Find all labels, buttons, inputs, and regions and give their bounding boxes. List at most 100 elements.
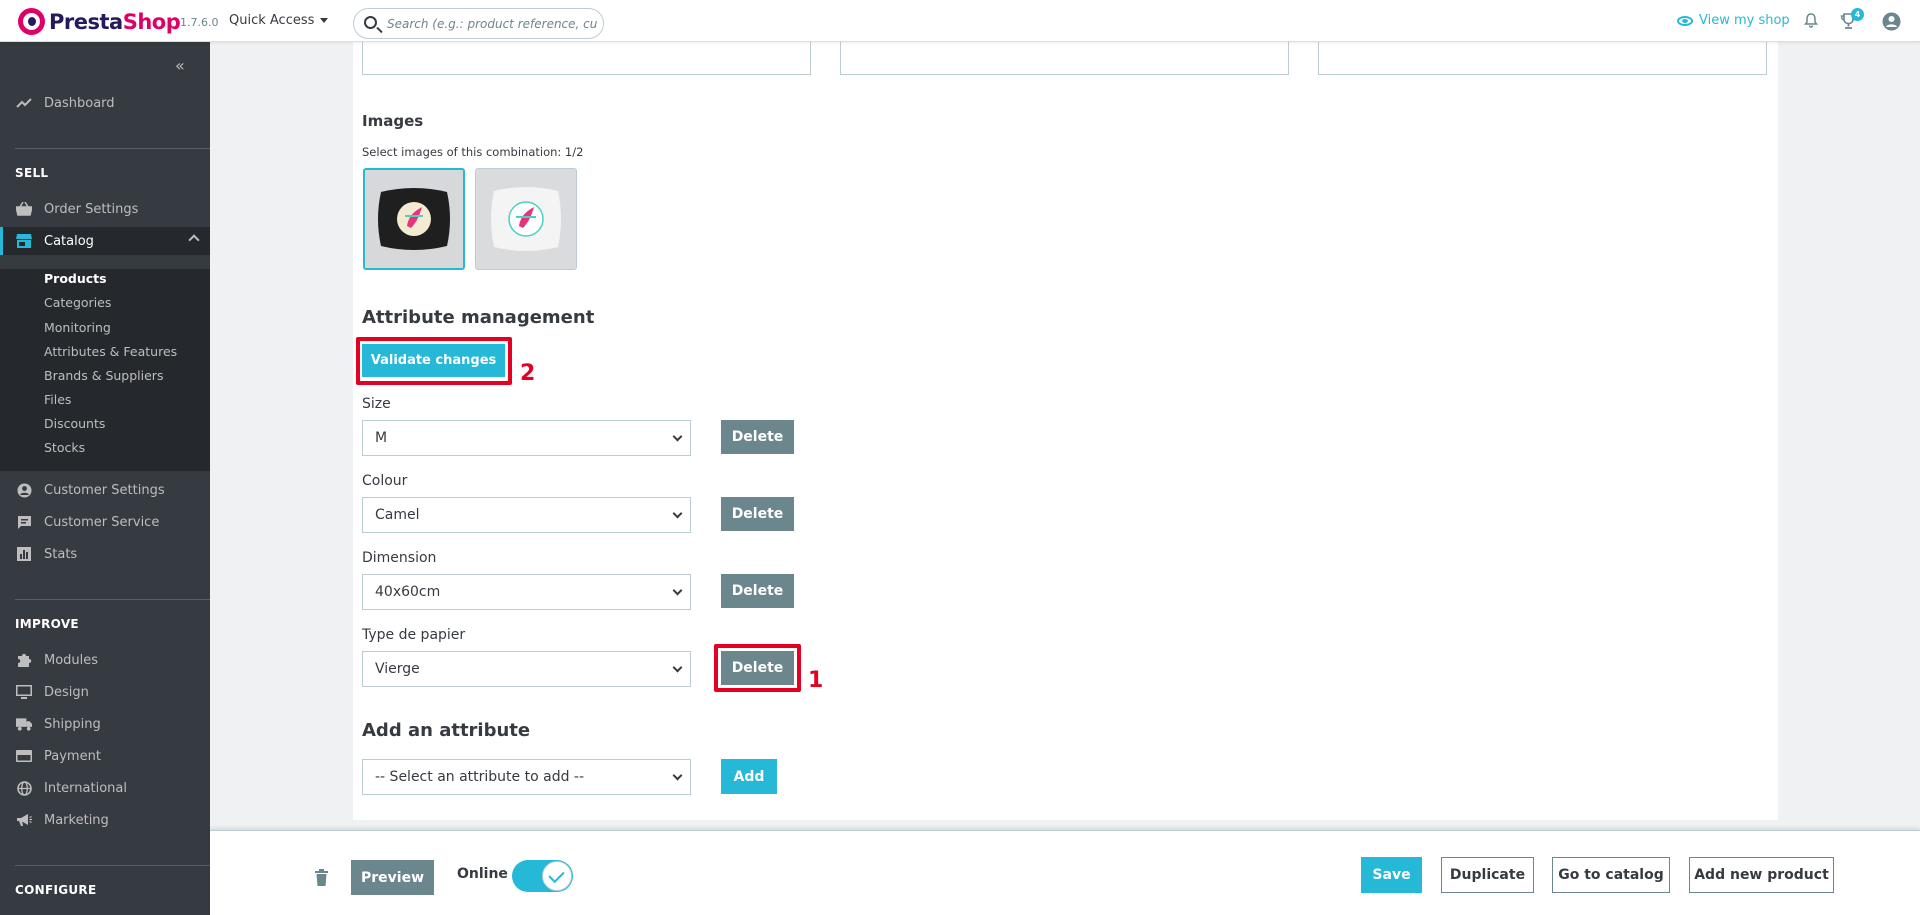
size-select-value: M	[375, 430, 388, 446]
sidebar-subitem-discounts[interactable]: Discounts	[44, 416, 105, 431]
add-attribute-select[interactable]: -- Select an attribute to add --	[362, 759, 691, 795]
quick-access-dropdown[interactable]: Quick Access	[229, 13, 329, 28]
account-circle-icon	[16, 482, 32, 498]
bell-icon[interactable]	[1804, 13, 1818, 28]
search-box	[353, 8, 604, 39]
annotation-highlight-delete	[714, 644, 801, 692]
chevron-down-icon	[672, 508, 683, 519]
sidebar-item-marketing[interactable]: Marketing	[0, 806, 210, 834]
caret-down-icon	[320, 18, 329, 23]
sidebar-subitem-categories[interactable]: Categories	[44, 295, 111, 310]
prestashop-logo-icon	[18, 8, 45, 35]
attribute-label-dimension: Dimension	[362, 550, 437, 566]
trash-icon[interactable]	[315, 869, 328, 886]
sidebar-item-dashboard[interactable]: Dashboard	[0, 89, 210, 117]
monitor-icon	[16, 684, 32, 700]
sidebar-item-label: Design	[44, 684, 89, 700]
sidebar-item-payment[interactable]: Payment	[0, 742, 210, 770]
sidebar-subitem-files[interactable]: Files	[44, 392, 71, 407]
combination-field-box[interactable]	[840, 42, 1289, 75]
sidebar-divider	[15, 148, 210, 149]
search-icon[interactable]	[364, 16, 377, 29]
paper-type-select[interactable]: Vierge	[362, 651, 691, 687]
delete-size-button[interactable]: Delete	[721, 420, 794, 454]
sidebar-subitem-brands[interactable]: Brands & Suppliers	[44, 368, 163, 383]
attribute-label-size: Size	[362, 396, 391, 412]
globe-icon	[16, 780, 32, 796]
combination-image-black-cushion[interactable]	[363, 168, 465, 270]
sidebar-item-stats[interactable]: Stats	[0, 540, 210, 568]
chevron-up-icon	[188, 234, 200, 246]
attribute-label-colour: Colour	[362, 473, 408, 489]
size-select[interactable]: M	[362, 420, 691, 456]
sidebar-item-label: Customer Settings	[44, 482, 165, 498]
sidebar-item-label: Customer Service	[44, 514, 160, 530]
sidebar-item-label: Dashboard	[44, 95, 115, 111]
eye-icon	[1677, 15, 1693, 26]
black-cushion-image	[365, 170, 463, 268]
sidebar-section-configure: CONFIGURE	[15, 883, 97, 897]
version-label: 1.7.6.0	[180, 16, 219, 29]
view-my-shop-link[interactable]: View my shop	[1677, 13, 1790, 28]
add-attribute-heading: Add an attribute	[362, 720, 531, 741]
sidebar-item-modules[interactable]: Modules	[0, 646, 210, 674]
collapse-sidebar-icon[interactable]: ‹‹	[175, 56, 185, 75]
sidebar-item-international[interactable]: International	[0, 774, 210, 802]
prestashop-logo[interactable]: PrestaShop	[18, 8, 181, 35]
save-button[interactable]: Save	[1361, 857, 1422, 893]
annotation-highlight-validate	[356, 337, 512, 385]
sidebar-item-orders[interactable]: Order Settings	[0, 195, 210, 223]
chevron-down-icon	[672, 662, 683, 673]
delete-colour-button[interactable]: Delete	[721, 497, 794, 531]
sidebar-item-label: International	[44, 780, 127, 796]
store-icon	[16, 233, 32, 249]
white-cushion-image	[476, 169, 576, 269]
sidebar-subitem-products[interactable]: Products	[44, 271, 107, 286]
combination-field-box[interactable]	[362, 42, 811, 75]
colour-select-value: Camel	[375, 507, 420, 523]
add-new-product-button[interactable]: Add new product	[1689, 857, 1834, 893]
sidebar: ‹‹ Dashboard SELL Order Settings Catalog…	[0, 42, 210, 915]
images-help-text: Select images of this combination: 1/2	[362, 145, 584, 159]
duplicate-button[interactable]: Duplicate	[1441, 857, 1534, 893]
sidebar-item-label: Modules	[44, 652, 99, 668]
sidebar-subitem-stocks[interactable]: Stocks	[44, 440, 85, 455]
combination-image-white-cushion[interactable]	[475, 168, 577, 270]
combination-field-box[interactable]	[1318, 42, 1767, 75]
top-header: PrestaShop 1.7.6.0 Quick Access View my …	[0, 0, 1920, 42]
sidebar-item-shipping[interactable]: Shipping	[0, 710, 210, 738]
sidebar-divider	[15, 865, 210, 866]
sidebar-subitem-monitoring[interactable]: Monitoring	[44, 320, 111, 335]
preview-button[interactable]: Preview	[351, 860, 434, 895]
online-toggle[interactable]	[512, 860, 573, 892]
check-icon	[542, 861, 572, 891]
search-input[interactable]	[387, 9, 597, 38]
shopping-basket-icon	[16, 201, 32, 217]
sidebar-item-label: Catalog	[44, 233, 94, 249]
annotation-number-2: 2	[520, 361, 536, 386]
sidebar-item-design[interactable]: Design	[0, 678, 210, 706]
online-label: Online	[457, 866, 508, 882]
sidebar-item-label: Stats	[44, 546, 78, 562]
delete-dimension-button[interactable]: Delete	[721, 574, 794, 608]
dimension-select[interactable]: 40x60cm	[362, 574, 691, 610]
sidebar-item-catalog[interactable]: Catalog	[0, 227, 210, 255]
dimension-select-value: 40x60cm	[375, 584, 441, 600]
add-attribute-button[interactable]: Add	[721, 759, 777, 794]
sidebar-section-improve: IMPROVE	[15, 617, 79, 631]
annotation-number-1: 1	[808, 668, 824, 693]
paper-type-select-value: Vierge	[375, 661, 420, 677]
chevron-down-icon	[672, 431, 683, 442]
account-icon[interactable]	[1882, 12, 1901, 31]
truck-icon	[16, 716, 32, 732]
sidebar-item-label: Shipping	[44, 716, 101, 732]
megaphone-icon	[16, 812, 32, 828]
sidebar-subitem-attributes[interactable]: Attributes & Features	[44, 344, 177, 359]
sidebar-item-customer-service[interactable]: Customer Service	[0, 508, 210, 536]
bar-chart-icon	[16, 546, 32, 562]
sidebar-item-customers[interactable]: Customer Settings	[0, 476, 210, 504]
colour-select[interactable]: Camel	[362, 497, 691, 533]
go-to-catalog-button[interactable]: Go to catalog	[1552, 857, 1670, 893]
sidebar-item-label: Payment	[44, 748, 101, 764]
chat-icon	[16, 514, 32, 530]
